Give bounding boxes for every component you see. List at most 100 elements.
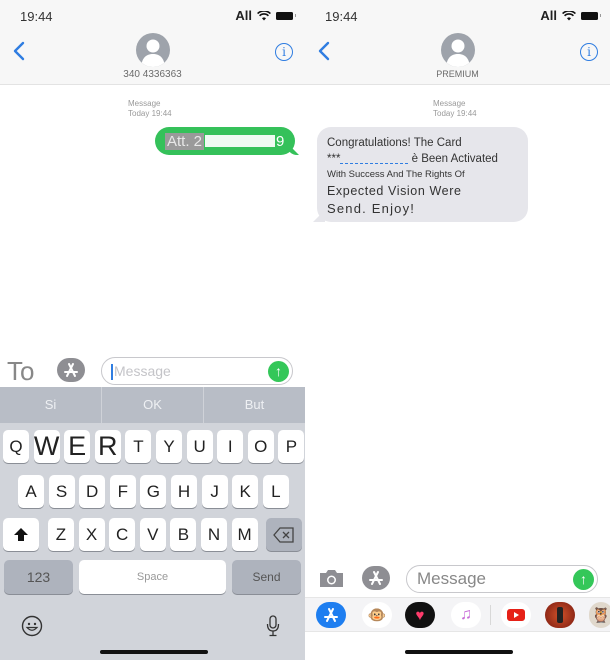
youtube-icon[interactable] bbox=[501, 602, 531, 628]
shift-arrow-icon bbox=[14, 528, 28, 541]
key-o[interactable]: O bbox=[247, 430, 274, 463]
camera-icon[interactable] bbox=[318, 568, 345, 589]
key-b[interactable]: B bbox=[170, 518, 197, 551]
send-arrow-button[interactable]: ↑ bbox=[268, 361, 289, 382]
key-w[interactable]: W bbox=[33, 430, 60, 463]
key-z[interactable]: Z bbox=[48, 518, 74, 551]
incoming-message-bubble[interactable]: Congratulations! The Card *** è Been Act… bbox=[317, 127, 528, 222]
app-store-button[interactable] bbox=[362, 566, 390, 590]
carrier-label: All bbox=[235, 8, 252, 23]
key-c[interactable]: C bbox=[109, 518, 136, 551]
redacted-card-number[interactable] bbox=[340, 154, 409, 164]
outgoing-message-suffix: 9 bbox=[276, 132, 285, 150]
contact-name[interactable]: PREMIUM bbox=[305, 69, 610, 79]
wifi-icon bbox=[562, 10, 576, 20]
key-g[interactable]: G bbox=[140, 475, 167, 508]
app-store-icon bbox=[64, 363, 78, 377]
key-m[interactable]: M bbox=[231, 518, 258, 551]
key-h[interactable]: H bbox=[171, 475, 197, 508]
digital-touch-icon[interactable]: ♥ bbox=[405, 602, 435, 628]
home-indicator[interactable] bbox=[100, 650, 208, 654]
numbers-key[interactable]: 123 bbox=[4, 560, 73, 594]
delete-key[interactable] bbox=[266, 518, 302, 551]
message-line: *** è Been Activated bbox=[327, 151, 518, 167]
message-composer: Message ↑ bbox=[305, 563, 610, 597]
contact-avatar[interactable] bbox=[135, 33, 170, 67]
suggestion-2[interactable]: OK bbox=[102, 387, 204, 423]
key-i[interactable]: I bbox=[217, 430, 244, 463]
send-arrow-button[interactable]: ↑ bbox=[573, 569, 594, 590]
suggestion-1[interactable]: Si bbox=[0, 387, 102, 423]
key-d[interactable]: D bbox=[79, 475, 106, 508]
emoji-icon[interactable] bbox=[21, 615, 43, 637]
message-meta: Message Today 19:44 bbox=[433, 99, 477, 119]
person-silhouette-icon bbox=[140, 39, 165, 67]
key-n[interactable]: N bbox=[201, 518, 227, 551]
key-f[interactable]: F bbox=[109, 475, 136, 508]
app-store-drawer-icon[interactable] bbox=[316, 602, 346, 628]
status-indicators: All bbox=[540, 8, 601, 23]
music-icon[interactable]: ♫ bbox=[451, 602, 481, 628]
message-service-label: Message bbox=[128, 99, 161, 108]
battery-icon bbox=[581, 11, 601, 20]
status-time: 19:44 bbox=[20, 9, 53, 24]
contact-name[interactable]: 340 4336363 bbox=[0, 69, 305, 80]
key-a[interactable]: A bbox=[18, 475, 44, 508]
back-chevron-icon[interactable] bbox=[10, 38, 30, 64]
conversation-header: PREMIUM i bbox=[305, 30, 610, 85]
key-y[interactable]: Y bbox=[156, 430, 182, 463]
battery-icon bbox=[276, 11, 296, 20]
key-l[interactable]: L bbox=[262, 475, 289, 508]
space-key[interactable]: Space bbox=[79, 560, 226, 594]
status-bar: 19:44 All bbox=[0, 0, 305, 30]
outgoing-message-bubble[interactable]: Att. 2 9 bbox=[155, 127, 295, 155]
text-cursor bbox=[111, 364, 113, 380]
key-e[interactable]: E bbox=[64, 430, 91, 463]
key-t[interactable]: T bbox=[125, 430, 152, 463]
key-u[interactable]: U bbox=[186, 430, 213, 463]
key-x[interactable]: X bbox=[78, 518, 105, 551]
home-indicator[interactable] bbox=[405, 650, 513, 654]
game-app-icon[interactable] bbox=[545, 602, 575, 628]
redacted-text bbox=[205, 135, 276, 147]
message-placeholder: Message bbox=[114, 363, 171, 379]
message-composer: To Message ↑ bbox=[0, 355, 305, 389]
key-k[interactable]: K bbox=[232, 475, 259, 508]
outgoing-message-prefix: Att. 2 bbox=[165, 132, 205, 150]
message-placeholder: Message bbox=[417, 569, 486, 588]
message-input[interactable]: Message ↑ bbox=[101, 357, 293, 385]
key-p[interactable]: P bbox=[278, 430, 305, 463]
key-s[interactable]: S bbox=[48, 475, 75, 508]
app-store-button[interactable] bbox=[57, 358, 85, 382]
status-bar: 19:44 All bbox=[305, 0, 610, 30]
info-icon[interactable]: i bbox=[580, 43, 598, 61]
message-timestamp: Today 19:44 bbox=[433, 109, 477, 118]
left-conversation-screen: 19:44 All 340 4336363 i Message Today 19… bbox=[0, 0, 305, 660]
apps-label[interactable]: To bbox=[7, 356, 34, 387]
message-line: Congratulations! The Card bbox=[327, 137, 462, 149]
message-service-label: Message bbox=[433, 99, 466, 108]
carrier-label: All bbox=[540, 8, 557, 23]
microphone-icon[interactable] bbox=[266, 615, 280, 637]
conversation-header: 340 4336363 i bbox=[0, 30, 305, 85]
suggestion-3[interactable]: But bbox=[204, 387, 305, 423]
key-r[interactable]: R bbox=[94, 430, 121, 463]
status-indicators: All bbox=[235, 8, 296, 23]
message-line: With Success And The Rights Of bbox=[327, 169, 465, 180]
app-store-icon bbox=[369, 571, 383, 585]
sticker-app-icon[interactable]: 🦉 bbox=[589, 602, 610, 628]
wifi-icon bbox=[257, 10, 271, 20]
person-silhouette-icon bbox=[445, 39, 470, 67]
info-icon[interactable]: i bbox=[275, 43, 293, 61]
key-v[interactable]: V bbox=[139, 518, 166, 551]
message-line: Send. Enjoy! bbox=[327, 201, 416, 216]
key-q[interactable]: Q bbox=[3, 430, 29, 463]
contact-avatar[interactable] bbox=[440, 33, 475, 67]
send-key[interactable]: Send bbox=[232, 560, 301, 594]
animoji-icon[interactable]: 🐵 bbox=[362, 602, 392, 628]
shift-key[interactable] bbox=[3, 518, 39, 551]
masked-card-prefix: *** bbox=[327, 153, 341, 165]
back-chevron-icon[interactable] bbox=[315, 38, 335, 64]
message-input[interactable]: Message ↑ bbox=[406, 565, 598, 593]
key-j[interactable]: J bbox=[201, 475, 228, 508]
